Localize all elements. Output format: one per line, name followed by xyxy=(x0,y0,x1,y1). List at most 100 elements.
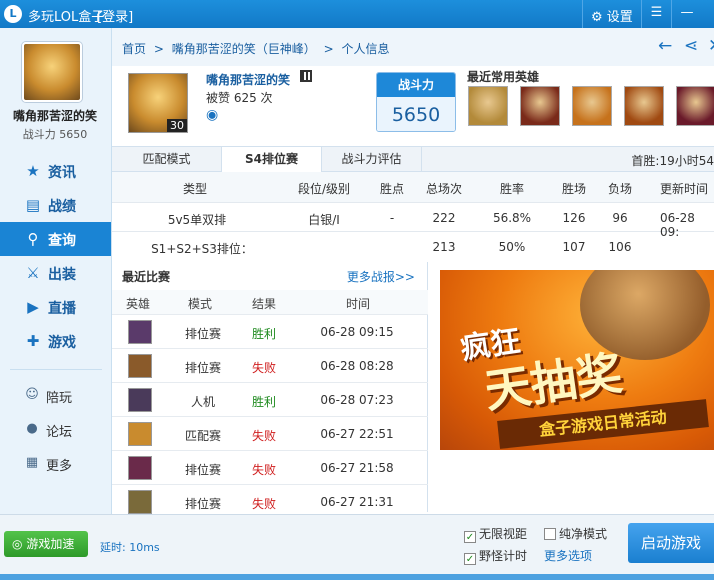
table-header-row: 类型 段位/级别 胜点 总场次 胜率 胜场 负场 更新时间 xyxy=(112,172,714,202)
breadcrumb-separator: > xyxy=(323,42,334,56)
match-result: 胜利 xyxy=(251,327,276,341)
match-time: 06-28 07:23 xyxy=(320,393,394,407)
profile-avatar: 30 xyxy=(128,73,188,133)
table-cell: 107 xyxy=(562,240,586,254)
option-pure-mode[interactable]: 纯净模式 xyxy=(544,525,607,542)
menu-button[interactable]: ☰ xyxy=(642,0,672,28)
search-icon: ⚲ xyxy=(27,230,39,248)
profile-name: 嘴角那苦涩的笑 xyxy=(206,73,291,87)
nav-item-builds[interactable]: ⚔ 出装 xyxy=(0,256,111,290)
equipment-icon: ⚔ xyxy=(26,264,40,282)
minimize-icon: — xyxy=(680,5,694,20)
more-options-link[interactable]: 更多选项 xyxy=(544,547,592,564)
nav-item-games[interactable]: ✚ 游戏 xyxy=(0,324,111,358)
match-mode: 排位赛 xyxy=(184,497,221,511)
table-header: 类型 xyxy=(182,182,207,196)
nav-item-search[interactable]: ⚲ 查询 xyxy=(0,222,111,256)
tab-normal[interactable]: 匹配模式 xyxy=(112,147,222,172)
sidebar-item-label: 陪玩 xyxy=(46,391,73,406)
back-arrow-icon[interactable]: ← xyxy=(658,36,672,56)
sidebar-divider xyxy=(10,369,102,370)
match-mode: 排位赛 xyxy=(184,361,221,375)
close-icon[interactable]: ✕ xyxy=(708,36,714,56)
sidebar-power: 战斗力 5650 xyxy=(22,128,88,141)
match-result: 失败 xyxy=(251,361,276,375)
chat-icon: ● xyxy=(26,421,38,436)
match-time: 06-28 08:28 xyxy=(320,359,394,373)
table-header: 胜率 xyxy=(499,182,524,196)
menu-icon: ☰ xyxy=(650,5,663,20)
hero-icon xyxy=(128,320,152,344)
match-mode: 人机 xyxy=(190,395,215,409)
match-time: 06-27 22:51 xyxy=(320,427,394,441)
hero-icon-4[interactable] xyxy=(624,86,664,126)
table-header: 负场 xyxy=(607,182,632,196)
option-jungle-timer[interactable]: ✓ 野怪计时 xyxy=(464,547,527,565)
footer-bar: ◎ 游戏加速 延时: 10ms ✓ 无限视距 纯净模式 ✓ 野怪计时 更多选项 启动… xyxy=(0,514,714,580)
promo-banner[interactable]: 疯狂 天抽奖 盒子游戏日常活动 xyxy=(440,270,714,450)
nav-item-live[interactable]: ▶ 直播 xyxy=(0,290,111,324)
table-cell: 5v5单双排 xyxy=(167,213,227,227)
breadcrumb-home[interactable]: 首页 xyxy=(122,42,146,56)
likes-count: 被赞 625 次 xyxy=(206,91,273,105)
table-row: 5v5单双排 白银/I - 222 56.8% 126 96 06-28 09: xyxy=(112,202,714,239)
table-header: 胜场 xyxy=(561,182,586,196)
tab-power-assessment[interactable]: 战斗力评估 xyxy=(322,147,422,172)
hero-icon-2[interactable] xyxy=(520,86,560,126)
match-time: 06-27 21:58 xyxy=(320,461,394,475)
table-header: 英雄 xyxy=(126,297,151,311)
match-row[interactable]: 排位赛 失败 06-27 21:31 xyxy=(112,484,428,518)
nav-item-records[interactable]: ▤ 战绩 xyxy=(0,188,111,222)
match-result: 失败 xyxy=(251,463,276,477)
option-label: 无限视距 xyxy=(479,527,528,541)
breadcrumb-separator: > xyxy=(153,42,164,56)
sidebar-item-label: 更多 xyxy=(46,459,73,474)
match-mode: 匹配赛 xyxy=(184,429,221,443)
eye-icon[interactable]: ◉ xyxy=(206,107,218,123)
match-row[interactable]: 匹配赛 失败 06-27 22:51 xyxy=(112,416,428,450)
match-row[interactable]: 排位赛 失败 06-27 21:58 xyxy=(112,450,428,484)
nav-item-news[interactable]: ★ 资讯 xyxy=(0,154,111,188)
title-bar: L 多玩LOL盒子 [登录] ⚙ 设置 ☰ — xyxy=(0,0,714,28)
checkbox-icon: ✓ xyxy=(464,531,476,543)
match-result: 失败 xyxy=(251,497,276,511)
match-mode: 排位赛 xyxy=(184,463,221,477)
avatar[interactable] xyxy=(22,42,82,102)
nav-item-label: 直播 xyxy=(48,301,76,317)
recent-matches-header: 英雄 模式 结果 时间 xyxy=(112,290,428,314)
match-row[interactable]: 排位赛 胜利 06-28 09:15 xyxy=(112,314,428,348)
login-link[interactable]: [登录] xyxy=(97,6,133,25)
game-accelerate-button[interactable]: ◎ 游戏加速 xyxy=(4,531,88,557)
settings-button[interactable]: ⚙ 设置 xyxy=(582,0,642,28)
hero-icon-1[interactable] xyxy=(468,86,508,126)
nav-item-label: 游戏 xyxy=(48,335,76,351)
start-game-button[interactable]: 启动游戏 xyxy=(628,523,714,563)
minimize-button[interactable]: — xyxy=(672,0,702,28)
more-reports-link[interactable]: 更多战报>> xyxy=(347,268,415,285)
table-cell: 222 xyxy=(432,211,456,225)
hero-icon xyxy=(128,456,152,480)
table-cell: 106 xyxy=(608,240,632,254)
hero-icon-5[interactable] xyxy=(676,86,714,126)
match-row[interactable]: 排位赛 失败 06-28 08:28 xyxy=(112,348,428,382)
accel-label: 游戏加速 xyxy=(26,537,75,551)
sidebar-item-more[interactable]: ▦ 更多 xyxy=(0,448,111,478)
table-cell: S1+S2+S3排位： xyxy=(151,242,253,256)
option-unlimited-view[interactable]: ✓ 无限视距 xyxy=(464,525,527,543)
share-icon[interactable]: ⋖ xyxy=(684,36,698,56)
table-header: 胜点 xyxy=(379,182,404,196)
hero-icon-3[interactable] xyxy=(572,86,612,126)
sidebar-item-forum[interactable]: ● 论坛 xyxy=(0,414,111,444)
tab-s4-ranked[interactable]: S4排位赛 xyxy=(222,147,322,173)
qr-code-icon[interactable] xyxy=(300,70,312,82)
hero-icon xyxy=(128,422,152,446)
sidebar-item-companion[interactable]: ☺ 陪玩 xyxy=(0,380,111,410)
option-label: 野怪计时 xyxy=(479,549,528,563)
match-row[interactable]: 人机 胜利 06-28 07:23 xyxy=(112,382,428,416)
settings-label: 设置 xyxy=(606,10,633,25)
play-icon: ▶ xyxy=(27,298,39,316)
breadcrumb-player[interactable]: 嘴角那苦涩的笑（巨神峰） xyxy=(172,42,316,56)
option-label: 纯净模式 xyxy=(559,527,608,541)
power-value: 5650 xyxy=(377,97,455,131)
breadcrumb: 首页 > 嘴角那苦涩的笑（巨神峰） > 个人信息 ← ⋖ ✕ xyxy=(112,28,714,66)
